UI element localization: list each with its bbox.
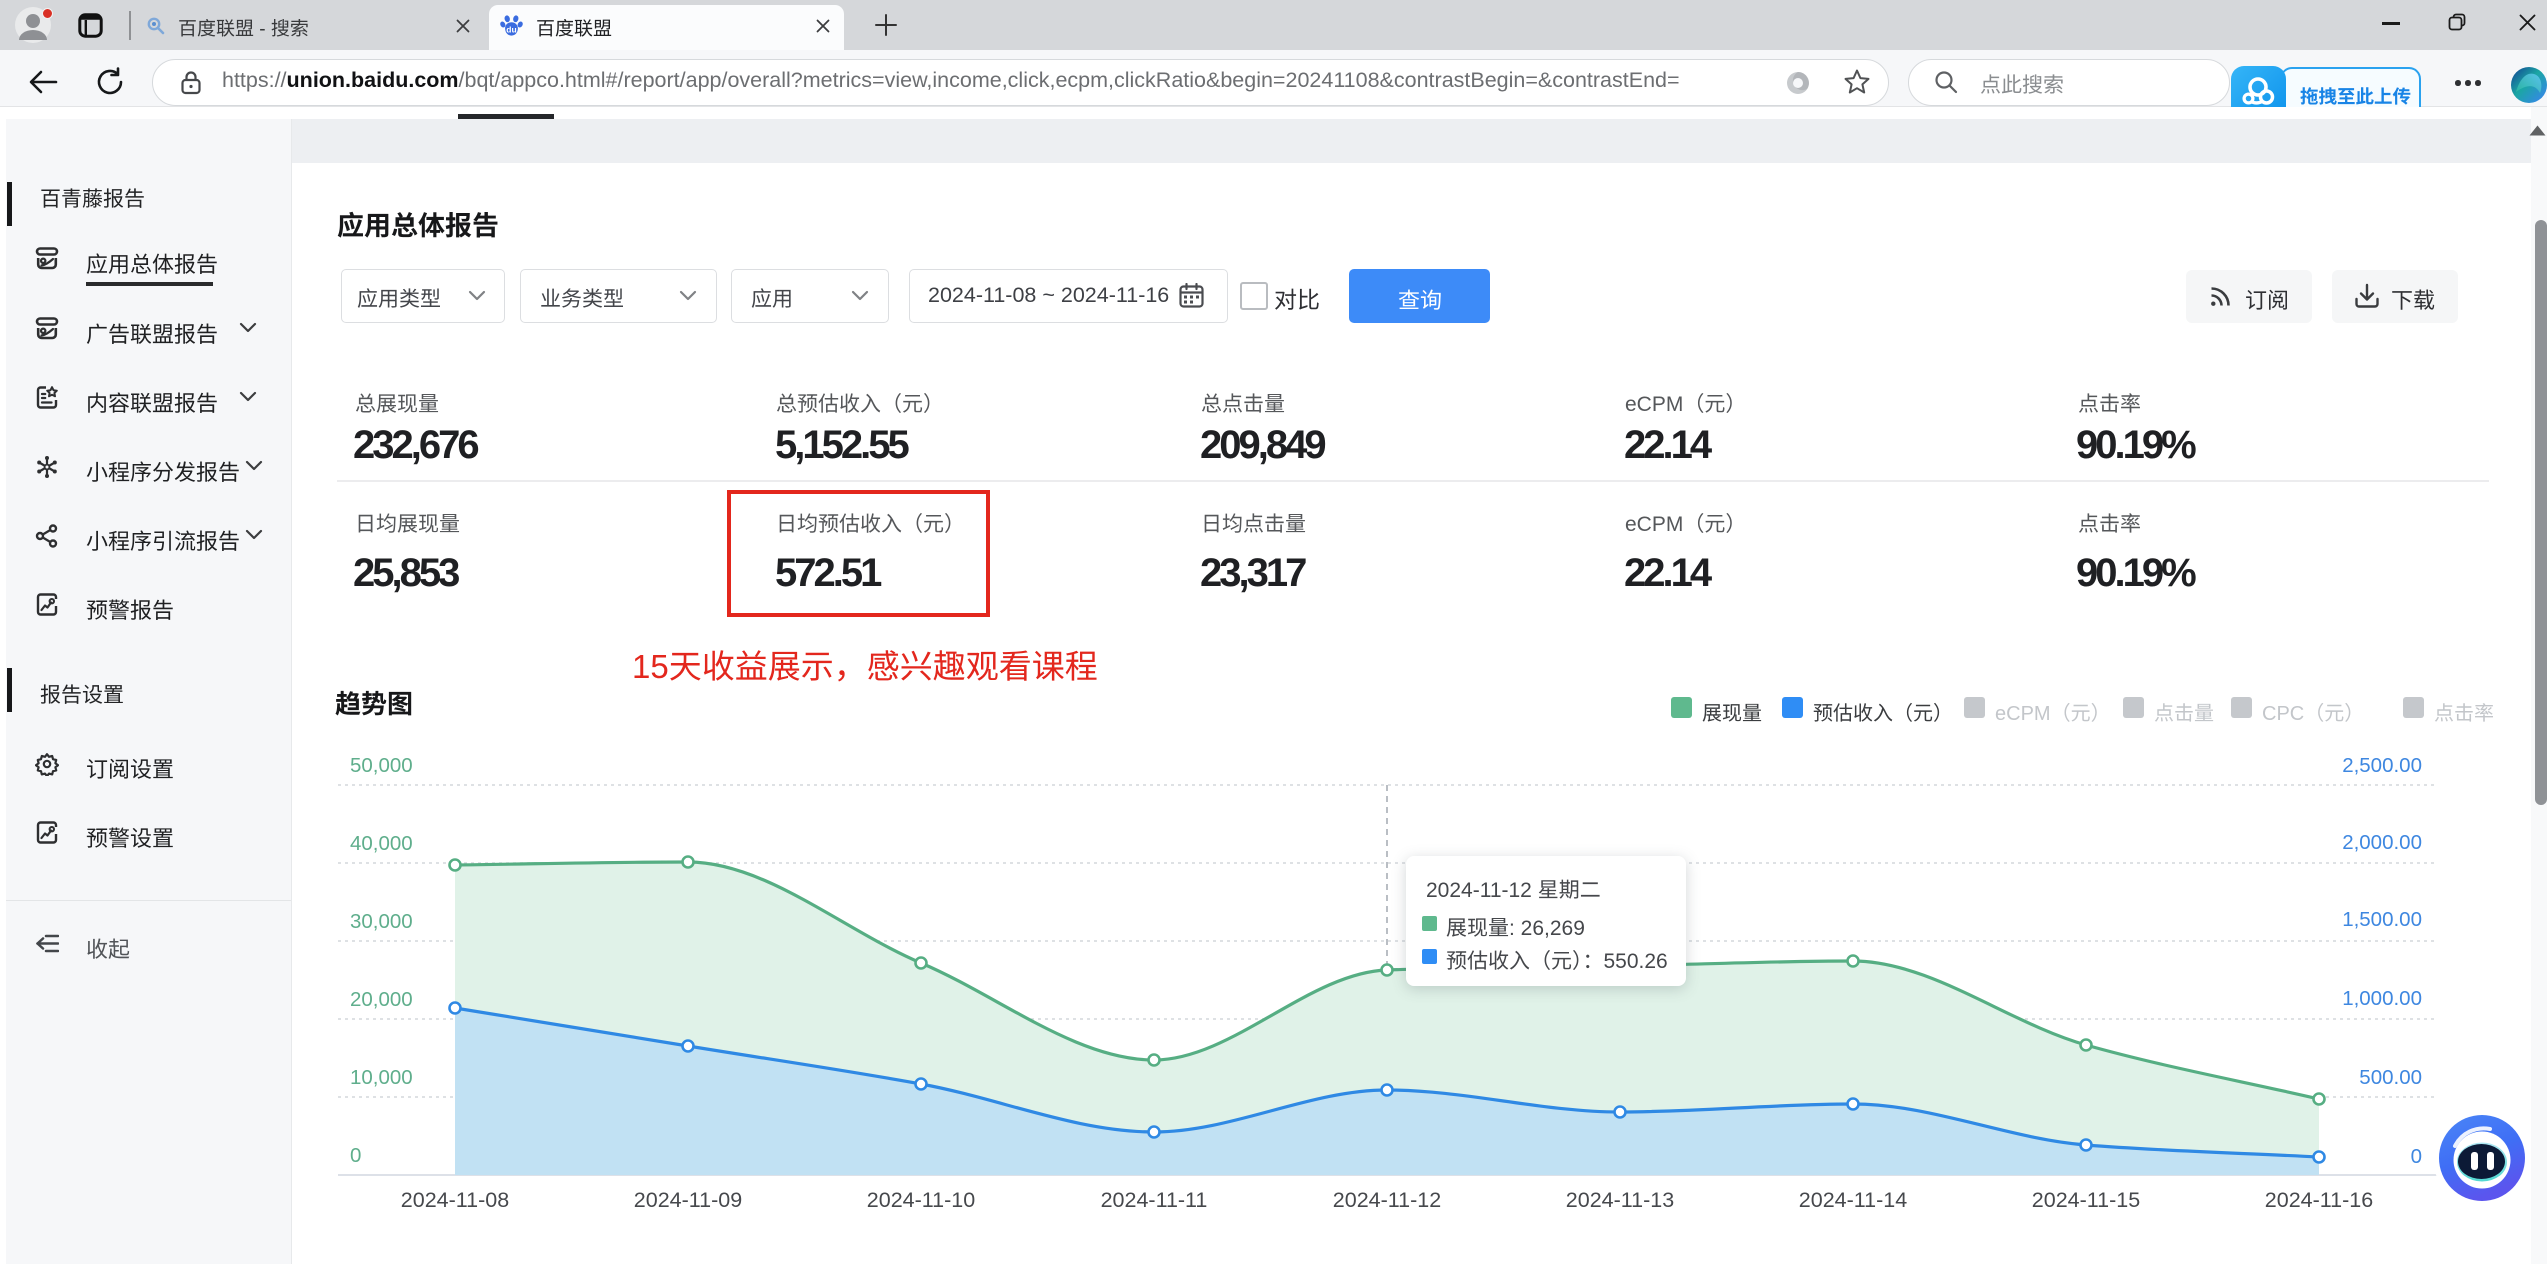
svg-text:2024-11-14: 2024-11-14 — [1799, 1188, 1907, 1212]
svg-text:20,000: 20,000 — [350, 988, 413, 1011]
svg-text:2,000.00: 2,000.00 — [2342, 831, 2422, 854]
svg-text:2024-11-10: 2024-11-10 — [867, 1188, 975, 1212]
svg-text:2024-11-13: 2024-11-13 — [1566, 1188, 1674, 1212]
svg-text:30,000: 30,000 — [350, 910, 413, 933]
svg-text:40,000: 40,000 — [350, 832, 413, 855]
svg-text:10,000: 10,000 — [350, 1066, 413, 1089]
svg-text:2024-11-12: 2024-11-12 — [1333, 1188, 1441, 1212]
svg-text:2024-11-09: 2024-11-09 — [634, 1188, 742, 1212]
svg-text:0: 0 — [350, 1144, 361, 1167]
svg-text:1,500.00: 1,500.00 — [2342, 908, 2422, 931]
svg-text:du: du — [506, 24, 516, 34]
svg-text:2024-11-15: 2024-11-15 — [2032, 1188, 2140, 1212]
svg-text:2,500.00: 2,500.00 — [2342, 754, 2422, 777]
svg-text:0: 0 — [2411, 1145, 2422, 1168]
svg-text:2024-11-16: 2024-11-16 — [2265, 1188, 2373, 1212]
svg-text:2024-11-11: 2024-11-11 — [1101, 1188, 1208, 1212]
svg-text:1,000.00: 1,000.00 — [2342, 987, 2422, 1010]
svg-text:500.00: 500.00 — [2359, 1066, 2422, 1089]
svg-text:50,000: 50,000 — [350, 754, 413, 777]
svg-text:2024-11-08: 2024-11-08 — [401, 1188, 509, 1212]
